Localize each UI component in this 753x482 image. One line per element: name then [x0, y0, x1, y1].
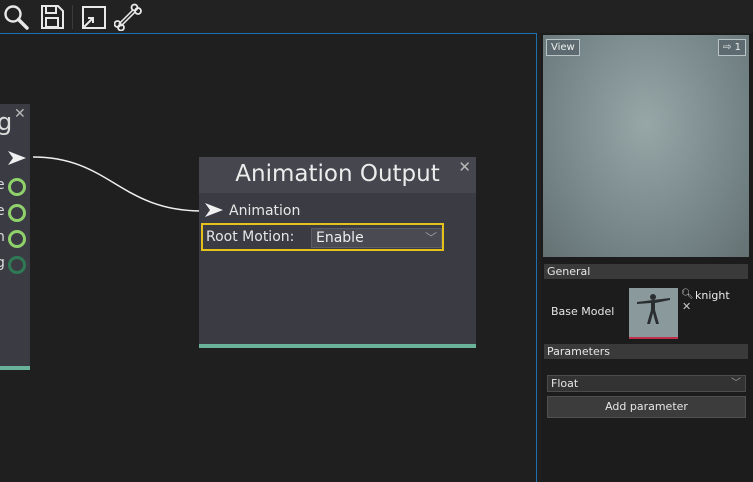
- node-header[interactable]: Animation Output ✕: [199, 157, 476, 193]
- arrow-right-icon: ⇨: [723, 42, 732, 53]
- left-node-pin: e: [0, 176, 28, 196]
- bone-icon[interactable]: [114, 3, 142, 31]
- input-pin-label: Animation: [229, 203, 301, 219]
- search-icon[interactable]: 🔍︎: [681, 289, 694, 300]
- inspector-panel: View ⇨ 1 General Base Model 🔍︎ knight ✕ …: [541, 33, 753, 482]
- resize-icon[interactable]: [80, 3, 108, 31]
- toolbar-separator: [72, 5, 73, 29]
- graph-canvas[interactable]: g ✕ e e n g Animation Output ✕ Animation: [0, 33, 537, 482]
- node-title: Animation Output: [235, 161, 440, 187]
- chevron-down-icon: ﹀: [731, 378, 741, 389]
- root-motion-value: Enable: [316, 230, 364, 246]
- add-parameter-button[interactable]: Add parameter: [547, 396, 746, 418]
- save-icon[interactable]: [38, 3, 66, 31]
- destination-button[interactable]: ⇨ 1: [718, 39, 746, 56]
- output-arrow-icon[interactable]: [8, 151, 26, 165]
- model-preview[interactable]: View ⇨ 1: [543, 35, 749, 257]
- left-node-title: g: [0, 108, 12, 136]
- parameter-type-value: Float: [551, 377, 579, 390]
- pin-ring-icon[interactable]: [8, 204, 26, 222]
- model-thumbnail[interactable]: [629, 288, 678, 339]
- chevron-down-icon: ﹀: [424, 231, 437, 245]
- pin-ring-icon[interactable]: [8, 178, 26, 196]
- model-name: knight: [695, 289, 730, 302]
- close-icon[interactable]: ✕: [682, 300, 691, 313]
- left-node-pin: n: [0, 228, 28, 248]
- root-motion-label: Root Motion:: [206, 229, 295, 245]
- search-icon[interactable]: [2, 3, 30, 31]
- root-motion-row: Root Motion: Enable ﹀: [201, 223, 444, 251]
- parameters-header: Parameters: [544, 344, 748, 359]
- close-icon[interactable]: ✕: [14, 106, 26, 122]
- animation-output-node[interactable]: Animation Output ✕ Animation Root Motion…: [199, 157, 476, 348]
- left-node[interactable]: g ✕ e e n g: [0, 104, 30, 370]
- parameter-type-select[interactable]: Float ﹀: [547, 375, 746, 392]
- left-node-pin: g: [0, 254, 28, 274]
- view-button[interactable]: View: [546, 39, 580, 56]
- parameter-list: [544, 422, 748, 482]
- general-header: General: [544, 264, 748, 279]
- base-model-label: Base Model: [551, 305, 615, 318]
- pin-ring-icon[interactable]: [8, 230, 26, 248]
- root-motion-select[interactable]: Enable ﹀: [311, 228, 442, 248]
- input-arrow-icon: [205, 203, 223, 217]
- left-node-pin: e: [0, 202, 28, 222]
- destination-count: 1: [734, 42, 741, 53]
- pin-ring-icon[interactable]: [8, 256, 26, 274]
- close-icon[interactable]: ✕: [458, 158, 471, 176]
- model-figure-icon: [637, 294, 670, 324]
- toolbar: [0, 0, 753, 33]
